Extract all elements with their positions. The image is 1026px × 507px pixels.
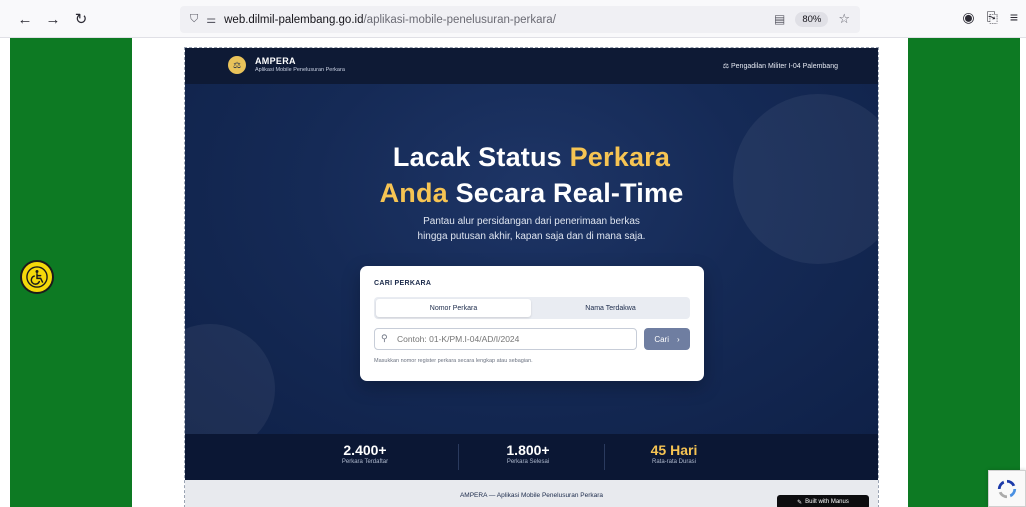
court-logo-icon: ⚖ bbox=[228, 56, 246, 74]
chevron-right-icon: › bbox=[677, 334, 680, 344]
forward-icon[interactable]: → bbox=[42, 8, 64, 30]
stat-label: Perkara Selesai bbox=[506, 459, 550, 465]
url-path: /aplikasi-mobile-penelusuran-perkara/ bbox=[363, 13, 556, 26]
stats-bar: 2.400+ Perkara Terdaftar 1.800+ Perkara … bbox=[185, 434, 878, 480]
site-header: ⚖ AMPERA Aplikasi Mobile Penelusuran Per… bbox=[185, 48, 878, 84]
recaptcha-icon bbox=[997, 479, 1017, 498]
menu-icon[interactable]: ≡ bbox=[1010, 9, 1018, 26]
browser-toolbar: ← → ↻ ⛉ ⚌ web.dilmil-palembang.go.id/apl… bbox=[0, 0, 1026, 38]
brand-subtitle: Aplikasi Mobile Penelusuran Perkara bbox=[255, 67, 345, 73]
built-with-label: Built with Manus bbox=[805, 499, 849, 505]
recaptcha-badge[interactable] bbox=[988, 470, 1026, 507]
green-side-panel-right bbox=[908, 38, 1020, 507]
stat-divider bbox=[604, 444, 605, 470]
zoom-level[interactable]: 80% bbox=[795, 11, 829, 27]
stat-terdaftar: 2.400+ Perkara Terdaftar bbox=[305, 442, 425, 465]
footer-text: AMPERA — Aplikasi Mobile Penelusuran Per… bbox=[459, 492, 604, 499]
nav-buttons: ← → ↻ bbox=[14, 8, 92, 30]
stat-label: Perkara Terdaftar bbox=[341, 459, 389, 465]
search-row: ⚲ Cari › bbox=[374, 328, 690, 350]
stat-label: Rata-rata Durasi bbox=[651, 459, 696, 465]
shield-icon[interactable]: ⛉ bbox=[190, 13, 198, 26]
search-card-label: CARI PERKARA bbox=[374, 280, 432, 287]
hero-description: Pantau alur persidangan dari penerimaan … bbox=[185, 214, 878, 244]
court-label: Pengadilan Militer I-04 Palembang bbox=[730, 63, 838, 70]
reader-view-icon[interactable]: ▤ bbox=[774, 12, 785, 26]
toolbar-right: ◉ ⎘ ≡ bbox=[962, 9, 1018, 26]
search-icon: ⚲ bbox=[381, 333, 388, 343]
tab-nama-terdakwa[interactable]: Nama Terdakwa bbox=[533, 299, 688, 317]
search-mode-toggle: Nomor Perkara Nama Terdakwa bbox=[374, 297, 690, 319]
search-button[interactable]: Cari › bbox=[644, 328, 690, 350]
account-icon[interactable]: ◉ bbox=[962, 9, 974, 26]
manus-logo-icon: ✎ bbox=[797, 499, 803, 506]
hero-section: Lacak Status Perkara Anda Secara Real-Ti… bbox=[185, 84, 878, 434]
brand-name: AMPERA bbox=[255, 56, 296, 66]
bookmark-star-icon[interactable]: ☆ bbox=[838, 11, 850, 27]
back-icon[interactable]: ← bbox=[14, 8, 36, 30]
built-with-badge[interactable]: ✎ Built with Manus bbox=[777, 495, 869, 507]
title-part1: Lacak Status bbox=[392, 142, 570, 172]
search-hint: Masukkan nomor register perkara secara l… bbox=[374, 358, 533, 364]
embedded-app-frame: ⚖ AMPERA Aplikasi Mobile Penelusuran Per… bbox=[184, 47, 879, 507]
extensions-icon[interactable]: ⎘ bbox=[987, 9, 998, 26]
hero-title: Lacak Status Perkara Anda Secara Real-Ti… bbox=[185, 139, 878, 211]
stat-durasi: 45 Hari Rata-rata Durasi bbox=[614, 442, 734, 465]
brand[interactable]: AMPERA Aplikasi Mobile Penelusuran Perka… bbox=[255, 56, 345, 73]
accessibility-icon[interactable] bbox=[20, 260, 54, 294]
tab-nomor-perkara[interactable]: Nomor Perkara bbox=[376, 299, 531, 317]
page-viewport: ⚖ AMPERA Aplikasi Mobile Penelusuran Per… bbox=[0, 38, 1026, 507]
stat-divider bbox=[458, 444, 459, 470]
url-bar[interactable]: ⛉ ⚌ web.dilmil-palembang.go.id/aplikasi-… bbox=[180, 6, 860, 33]
permissions-icon[interactable]: ⚌ bbox=[206, 13, 216, 26]
search-input[interactable] bbox=[374, 328, 637, 350]
stat-value: 2.400+ bbox=[343, 442, 387, 458]
url-actions: ▤ 80% ☆ bbox=[774, 11, 850, 27]
stat-value: 1.800+ bbox=[506, 442, 550, 458]
desc-line1: Pantau alur persidangan dari penerimaan … bbox=[423, 216, 640, 227]
stat-value: 45 Hari bbox=[650, 442, 698, 458]
search-button-label: Cari bbox=[654, 334, 669, 344]
title-highlight-2: Anda bbox=[379, 178, 448, 208]
reload-icon[interactable]: ↻ bbox=[70, 8, 92, 30]
search-card: CARI PERKARA Nomor Perkara Nama Terdakwa… bbox=[360, 266, 704, 381]
url-domain: web.dilmil-palembang.go.id bbox=[224, 13, 364, 26]
stat-selesai: 1.800+ Perkara Selesai bbox=[468, 442, 588, 465]
title-part2: Secara Real-Time bbox=[447, 178, 684, 208]
desc-line2: hingga putusan akhir, kapan saja dan di … bbox=[417, 231, 646, 242]
court-name: ⚖ Pengadilan Militer I-04 Palembang bbox=[723, 62, 838, 70]
site-footer: AMPERA — Aplikasi Mobile Penelusuran Per… bbox=[185, 480, 878, 507]
decorative-circle bbox=[185, 324, 275, 434]
court-icon: ⚖ bbox=[722, 63, 730, 70]
title-highlight-1: Perkara bbox=[569, 142, 671, 172]
